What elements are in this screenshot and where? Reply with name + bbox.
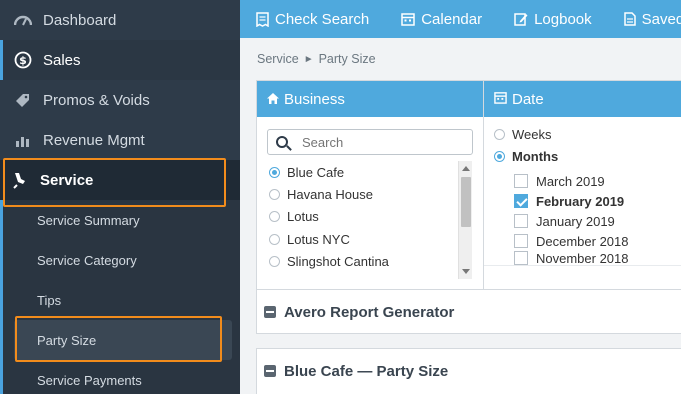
- document-icon: [623, 12, 636, 26]
- check-search-button[interactable]: Check Search: [240, 0, 385, 38]
- logbook-label: Logbook: [534, 10, 592, 28]
- calendar-button[interactable]: Calendar: [385, 0, 498, 38]
- month-option[interactable]: November 2018: [514, 251, 629, 265]
- top-toolbar: Check Search Calendar Logbook Saved: [240, 0, 681, 38]
- checkbox-icon: [514, 174, 528, 188]
- calendar-icon: [494, 91, 507, 107]
- radio-icon: [269, 233, 280, 245]
- report-generator-title: Avero Report Generator: [284, 303, 455, 321]
- nav-dashboard-label: Dashboard: [43, 11, 117, 29]
- nav-promos-voids[interactable]: Promos & Voids: [0, 80, 240, 120]
- submenu-tips[interactable]: Tips: [37, 280, 61, 320]
- breadcrumb-separator: ►: [303, 53, 314, 65]
- list-divider: [484, 265, 681, 266]
- business-option-label: Havana House: [287, 186, 373, 202]
- checkbox-icon: [514, 234, 528, 248]
- saved-button[interactable]: Saved: [608, 0, 681, 38]
- dashboard-gauge-icon: [13, 10, 33, 30]
- highlight-box-party-size: [15, 316, 222, 362]
- business-option[interactable]: Lotus: [269, 205, 319, 227]
- month-option[interactable]: January 2019: [514, 211, 615, 231]
- collapse-minus-icon[interactable]: [264, 365, 276, 377]
- radio-selected-icon: [269, 166, 280, 178]
- business-option-label: Blue Cafe: [287, 164, 345, 180]
- month-option-label: March 2019: [536, 173, 605, 189]
- party-size-title: Blue Cafe — Party Size: [284, 362, 449, 380]
- party-size-section[interactable]: Blue Cafe — Party Size: [256, 348, 681, 394]
- sidebar: Dashboard $ Sales Promos & Voids Revenue…: [0, 0, 240, 394]
- tag-icon: [13, 90, 33, 110]
- nav-promos-label: Promos & Voids: [43, 91, 150, 109]
- edit-icon: [514, 12, 528, 26]
- month-option-label: December 2018: [536, 233, 629, 249]
- radio-icon: [269, 210, 280, 222]
- month-option-label: November 2018: [536, 251, 629, 265]
- date-panel-title: Date: [512, 90, 544, 108]
- svg-text:$: $: [19, 54, 27, 67]
- highlight-box-service: [3, 158, 226, 207]
- radio-icon: [269, 188, 280, 200]
- checkbox-icon: [514, 251, 528, 265]
- breadcrumb-parent[interactable]: Service: [257, 52, 299, 66]
- date-mode-months[interactable]: Months: [494, 145, 558, 167]
- radio-selected-icon: [494, 150, 505, 162]
- business-search[interactable]: [267, 129, 473, 155]
- nav-revenue-mgmt[interactable]: Revenue Mgmt: [0, 120, 240, 160]
- business-search-input[interactable]: [302, 134, 462, 150]
- saved-label: Saved: [641, 10, 681, 28]
- month-option[interactable]: December 2018: [514, 231, 629, 251]
- checkbox-checked-icon: [514, 194, 528, 208]
- date-mode-label: Months: [512, 148, 559, 164]
- nav-revenue-label: Revenue Mgmt: [43, 131, 145, 149]
- search-icon: [276, 136, 288, 148]
- date-panel-header: Date: [484, 81, 681, 117]
- calendar-icon: [401, 12, 415, 26]
- date-mode-label: Weeks: [512, 126, 552, 142]
- check-search-label: Check Search: [275, 10, 370, 28]
- business-option-label: Slingshot Cantina: [287, 253, 389, 269]
- date-mode-weeks[interactable]: Weeks: [494, 123, 552, 145]
- radio-icon: [269, 255, 280, 267]
- report-generator-header[interactable]: Avero Report Generator: [257, 290, 681, 334]
- submenu-service-category[interactable]: Service Category: [37, 240, 137, 280]
- business-panel: Business Blue Cafe Havana House Lotus Lo…: [256, 80, 484, 290]
- submenu-service-payments[interactable]: Service Payments: [37, 360, 142, 394]
- breadcrumb: Service ► Party Size: [257, 52, 376, 66]
- business-panel-title: Business: [284, 90, 345, 108]
- business-option-label: Lotus NYC: [287, 231, 350, 247]
- scroll-up-arrow-icon[interactable]: [462, 166, 470, 171]
- month-option[interactable]: March 2019: [514, 171, 605, 191]
- business-option[interactable]: Blue Cafe: [269, 161, 344, 183]
- business-option-label: Lotus: [287, 208, 319, 224]
- scroll-down-arrow-icon[interactable]: [462, 269, 470, 274]
- collapse-minus-icon[interactable]: [264, 306, 276, 318]
- nav-sales[interactable]: $ Sales: [0, 40, 240, 80]
- nav-sales-label: Sales: [43, 51, 81, 69]
- report-generator-section[interactable]: Avero Report Generator: [256, 289, 681, 334]
- date-panel: Date Weeks Months March 2019 February 20…: [483, 80, 681, 290]
- business-panel-header: Business: [257, 81, 483, 117]
- business-option[interactable]: Slingshot Cantina: [269, 250, 389, 272]
- business-list-scrollbar[interactable]: [458, 161, 472, 279]
- dollar-circle-icon: $: [13, 50, 33, 70]
- nav-dashboard[interactable]: Dashboard: [0, 0, 240, 40]
- breadcrumb-current: Party Size: [318, 52, 376, 66]
- home-icon: [267, 92, 279, 107]
- bar-chart-icon: [13, 130, 33, 150]
- calendar-label: Calendar: [421, 10, 483, 28]
- business-option[interactable]: Lotus NYC: [269, 228, 350, 250]
- scroll-thumb[interactable]: [461, 177, 471, 227]
- month-option-label: January 2019: [536, 213, 615, 229]
- logbook-button[interactable]: Logbook: [498, 0, 608, 38]
- party-size-header[interactable]: Blue Cafe — Party Size: [257, 349, 681, 393]
- month-option[interactable]: February 2019: [514, 191, 624, 211]
- month-option-label: February 2019: [536, 193, 625, 209]
- business-option[interactable]: Havana House: [269, 183, 373, 205]
- radio-icon: [494, 128, 505, 140]
- receipt-icon: [256, 11, 269, 27]
- checkbox-icon: [514, 214, 528, 228]
